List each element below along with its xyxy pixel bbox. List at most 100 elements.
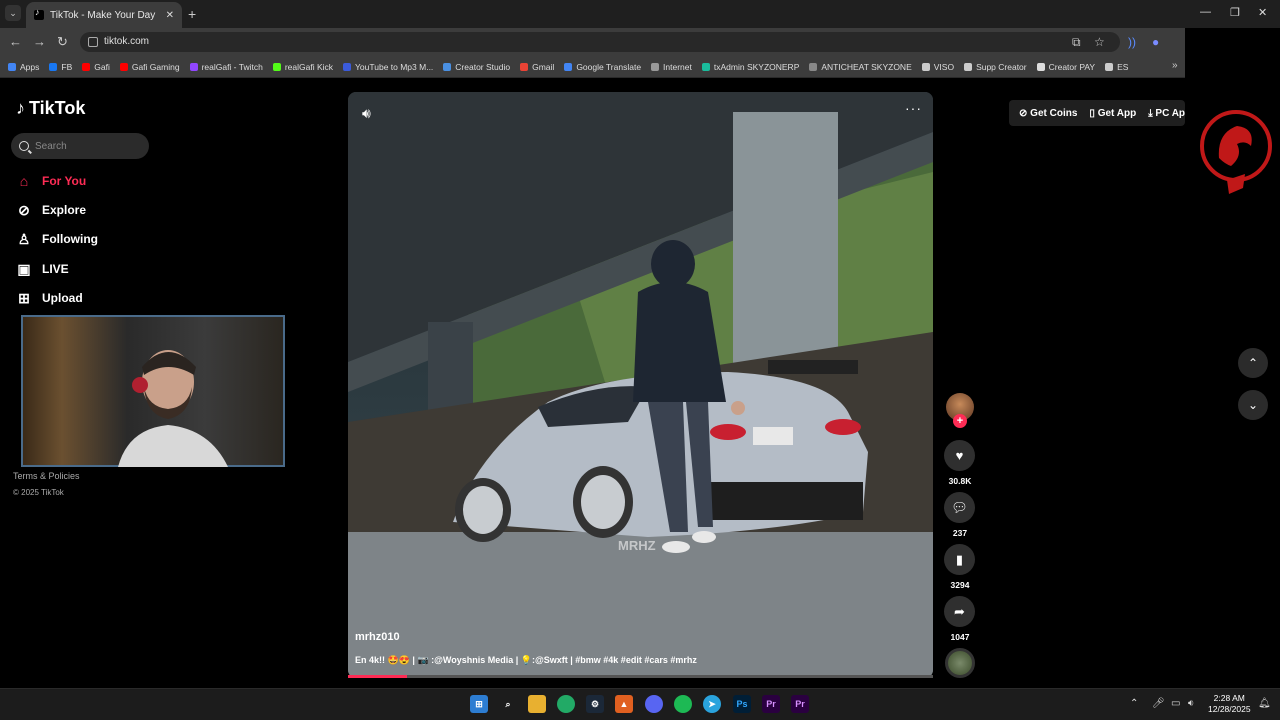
vlc-icon[interactable]: ▲ [615,695,633,713]
bookmarks-bar: Apps FB Gafi Gafi Gaming realGafi - Twitch re… [0,56,1185,78]
profile-icon[interactable]: ● [1152,35,1159,49]
share-count: 1047 [950,632,970,642]
search-placeholder: Search [35,140,67,152]
speaker-icon[interactable]: 🔉︎ [1188,698,1194,709]
bookmark-item[interactable]: VISO [921,62,954,72]
close-window-icon[interactable]: ✕ [1258,6,1267,19]
chrome-icon[interactable] [557,695,575,713]
bookmark-star-icon[interactable]: ☆ [1094,35,1105,49]
bookmark-item[interactable]: ANTICHEAT SKYZONE [809,62,912,72]
premiere-icon[interactable]: Pr [762,695,780,713]
nav-upload[interactable]: ⊞ Upload [16,290,83,306]
scroll-down-button[interactable]: ⌄ [1238,390,1268,420]
site-info-icon[interactable] [88,37,98,47]
bookmark-item[interactable]: Supp Creator [964,62,1027,72]
like-count: 30.8K [948,476,972,486]
steam-icon[interactable]: ⚙ [586,695,604,713]
network-icon[interactable]: ▭ [1171,698,1180,709]
bookmark-label: txAdmin SKYZONERP [713,61,800,72]
microphone-icon[interactable]: 🎤︎ [1152,698,1165,709]
bookmark-favicon-icon [1105,62,1114,71]
save-button[interactable]: ▮ [944,544,975,575]
bookmark-favicon-icon [921,62,930,71]
volume-icon[interactable]: 🔊︎ [362,105,371,122]
comment-button[interactable]: 💬︎ [944,492,975,523]
minimize-window-icon[interactable]: — [1200,6,1211,18]
bookmark-label: realGafi - Twitch [201,61,263,72]
nav-following[interactable]: ♙ Following [16,231,98,247]
like-button[interactable]: ♥ [944,440,975,471]
windows-start-icon[interactable]: ⊞ [470,695,488,713]
browser-edge [1185,28,1280,78]
bookmark-label: Gafi Gaming [131,61,180,72]
plus-square-icon: ⊞ [18,290,30,306]
bookmark-item[interactable]: realGafi Kick [272,62,333,72]
get-coins-button[interactable]: ⊘ Get Coins [1019,108,1077,119]
maximize-window-icon[interactable]: ❐ [1230,6,1240,19]
reload-icon[interactable]: ↻ [57,34,68,50]
follow-plus-icon[interactable]: + [953,414,967,428]
spotify-icon[interactable] [674,695,692,713]
bookmark-item[interactable]: Internet [651,62,692,72]
taskbar-search-icon[interactable]: ⌕ [499,695,517,713]
address-bar[interactable]: tiktok.com [80,32,1120,52]
back-icon[interactable]: ← [9,34,22,49]
close-tab-icon[interactable]: ✕ [166,10,174,21]
nav-live[interactable]: ▣ LIVE [16,261,68,277]
video-caption: En 4k!! 🤩😍 | 📷 :@Woyshnis Media | 💡:@Swx… [355,655,697,665]
pc-app-label: PC Ap [1155,107,1185,119]
bookmark-label: Gafi [94,61,110,72]
tv-icon: ▣ [17,261,31,277]
forward-icon[interactable]: → [33,34,46,49]
bookmark-item[interactable]: txAdmin SKYZONERP [701,61,800,72]
more-options-icon[interactable]: ··· [905,100,922,116]
bookmark-item[interactable]: ES [1105,62,1128,72]
pc-app-button[interactable]: ⤓ PC Ap [1148,108,1185,119]
photoshop-icon[interactable]: Ps [733,695,751,713]
get-app-button[interactable]: ▯ Get App [1089,108,1136,119]
extension-icon[interactable]: )) [1128,35,1136,49]
premiere-icon-2[interactable]: Pr [791,695,809,713]
bookmark-item[interactable]: realGafi - Twitch [189,61,263,72]
tiktok-logo[interactable]: ♪ TikTok [16,98,85,119]
streamer-image [118,350,228,467]
bookmark-item[interactable]: Gafi [82,62,110,72]
telegram-icon[interactable]: ➤ [703,695,721,713]
file-explorer-icon[interactable] [528,695,546,713]
discord-icon[interactable] [645,695,663,713]
terms-link[interactable]: Terms & Policies [13,471,80,481]
share-button[interactable]: ➦ [944,596,975,627]
tab-title: TikTok - Make Your Day [50,9,156,21]
search-icon [19,141,29,151]
bookmark-item[interactable]: Creator Studio [443,62,510,72]
more-bookmarks-icon[interactable]: » [1172,60,1178,71]
search-input[interactable]: Search [11,133,149,159]
share-icon: ➦ [954,603,965,619]
tab-search-icon[interactable]: ⌄ [5,5,21,21]
video-frame-image [348,92,933,678]
new-tab-button[interactable]: + [188,6,196,22]
bookmark-item[interactable]: FB [49,62,72,72]
video-author[interactable]: mrhz010 [355,631,400,643]
tray-overflow-icon[interactable]: ⌃ [1130,698,1138,709]
bookmark-item[interactable]: Apps [8,62,39,72]
nav-for-you[interactable]: ⌂ For You [16,173,86,189]
system-clock[interactable]: 2:28 AM 12/28/2025 [1208,693,1251,715]
video-player[interactable] [348,92,933,678]
bookmark-item[interactable]: Google Translate [564,62,641,72]
bookmark-item[interactable]: Creator PAY [1036,62,1095,72]
video-progress-track[interactable] [348,675,933,678]
bookmark-item[interactable]: Gmail [520,62,554,72]
install-app-icon[interactable]: ⧉ [1072,35,1081,50]
scroll-up-button[interactable]: ⌃ [1238,348,1268,378]
bookmark-item[interactable]: Gafi Gaming [119,61,180,72]
music-disc-icon[interactable] [945,648,975,678]
bookmark-label: Supp Creator [976,61,1027,72]
home-icon: ⌂ [19,173,29,189]
bookmark-item[interactable]: YouTube to Mp3 M... [343,62,433,72]
browser-tab[interactable]: TikTok - Make Your Day ✕ [26,2,182,28]
bookmark-label: Internet [663,61,692,72]
nav-explore[interactable]: ⊘ Explore [16,202,86,218]
bookmark-favicon-icon [809,62,818,71]
notification-icon[interactable]: 🔔︎ [1258,698,1271,709]
